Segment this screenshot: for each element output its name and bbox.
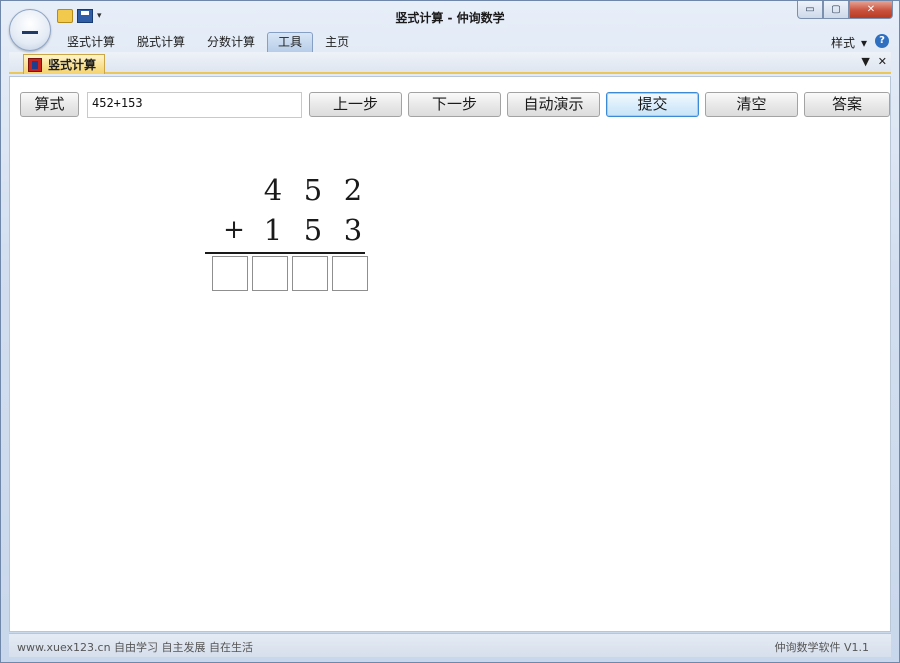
status-slogan: www.xuex123.cn 自由学习 自主发展 自在生活 (17, 641, 254, 654)
title-bar: ▾ 竖式计算 - 仲询数学 ▭ ▢ ✕ (1, 1, 899, 51)
answer-box-tens[interactable] (292, 256, 328, 291)
document-tab-strip: 竖式计算 ▼ ✕ (9, 52, 891, 74)
operand1-digit-hundreds: 4 (263, 173, 283, 207)
tab-expanded-calc[interactable]: 脱式计算 (127, 32, 195, 52)
operand1-digit-ones: 2 (343, 173, 363, 207)
tab-tools[interactable]: 工具 (267, 32, 314, 52)
answer-button[interactable]: 答案 (804, 92, 890, 117)
window-controls: ▭ ▢ ✕ (797, 1, 893, 19)
doc-tab-vertical-calc[interactable]: 竖式计算 (23, 54, 106, 74)
app-menu-icon (22, 31, 38, 34)
minimize-button[interactable]: ▭ (797, 1, 823, 19)
style-menu-label: 样式 (830, 36, 855, 50)
tab-home[interactable]: 主页 (315, 32, 359, 52)
app-window: ▾ 竖式计算 - 仲询数学 ▭ ▢ ✕ 竖式计算 脱式计算 分数计算 工具 主页… (0, 0, 900, 663)
answer-box-ones[interactable] (332, 256, 368, 291)
tab-list-dropdown-icon[interactable]: ▼ (861, 55, 869, 68)
status-bar: www.xuex123.cn 自由学习 自主发展 自在生活 仲询数学软件 V1.… (9, 633, 891, 657)
tab-strip-controls: ▼ ✕ (861, 55, 887, 68)
style-menu[interactable]: 样式 ▾ (831, 34, 867, 51)
close-tab-icon[interactable]: ✕ (878, 55, 887, 68)
operand2-digit-ones: 3 (343, 213, 363, 247)
main-content: 算式 452+153 上一步 下一步 自动演示 提交 清空 答案 4 5 2 +… (9, 76, 891, 632)
tab-fraction-calc[interactable]: 分数计算 (197, 32, 265, 52)
window-title: 竖式计算 - 仲询数学 (395, 11, 505, 25)
tab-vertical-calc[interactable]: 竖式计算 (57, 32, 125, 52)
help-icon[interactable]: ? (875, 34, 889, 48)
close-button[interactable]: ✕ (849, 1, 893, 19)
document-icon (28, 57, 42, 72)
auto-demo-button[interactable]: 自动演示 (507, 92, 600, 117)
maximize-button[interactable]: ▢ (823, 1, 849, 19)
ribbon-tabs: 竖式计算 脱式计算 分数计算 工具 主页 (57, 32, 359, 52)
clear-button[interactable]: 清空 (705, 92, 798, 117)
expression-input[interactable]: 452+153 (87, 92, 302, 118)
operand2-digit-tens: 5 (303, 213, 323, 247)
calc-toolbar: 算式 452+153 上一步 下一步 自动演示 提交 清空 答案 (20, 92, 890, 118)
answer-box-thousands[interactable] (212, 256, 248, 291)
submit-button[interactable]: 提交 (606, 92, 699, 117)
vertical-calculation: 4 5 2 + 1 5 3 (205, 172, 375, 302)
formula-button[interactable]: 算式 (20, 92, 79, 117)
prev-step-button[interactable]: 上一步 (309, 92, 402, 117)
plus-operator: + (223, 215, 245, 245)
chevron-down-icon: ▾ (860, 35, 867, 50)
next-step-button[interactable]: 下一步 (408, 92, 501, 117)
sum-line (205, 252, 365, 254)
status-version: 仲询数学软件 V1.1 (774, 641, 869, 654)
answer-box-hundreds[interactable] (252, 256, 288, 291)
operand1-digit-tens: 5 (303, 173, 323, 207)
app-menu-button[interactable] (9, 9, 51, 51)
doc-tab-label: 竖式计算 (48, 58, 97, 72)
operand2-digit-hundreds: 1 (263, 213, 283, 247)
